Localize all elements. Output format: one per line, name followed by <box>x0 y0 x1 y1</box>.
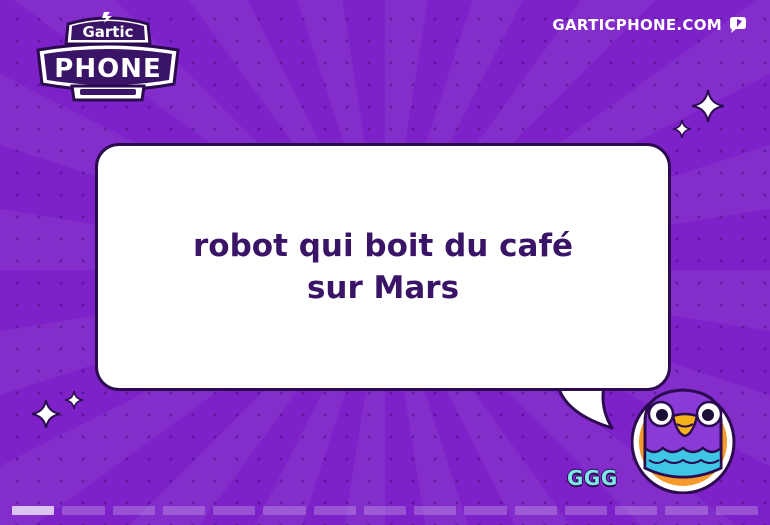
sparkle-large-top-right <box>691 89 725 123</box>
sparkle-small-top-right <box>672 119 692 139</box>
progress-segment <box>715 506 758 515</box>
progress-segment <box>414 506 457 515</box>
progress-segment <box>263 506 306 515</box>
progress-segment <box>313 506 356 515</box>
progress-segment <box>213 506 256 515</box>
site-link-label: GARTICPHONE.COM <box>552 16 722 34</box>
progress-segment <box>112 506 155 515</box>
gartic-phone-logo[interactable]: Gartic PHONE <box>32 10 184 102</box>
logo-top-text: Gartic <box>82 23 133 41</box>
speech-bubble-icon <box>728 16 748 34</box>
prompt-bubble: robot qui boit du café sur Mars <box>95 143 671 391</box>
sparkle-large-bottom-left <box>31 399 61 429</box>
logo-main-text: PHONE <box>54 54 161 84</box>
speech-bubble-tail <box>554 386 614 430</box>
progress-segment <box>363 506 407 515</box>
player-avatar <box>630 382 737 495</box>
progress-segment <box>564 506 608 515</box>
site-link[interactable]: GARTICPHONE.COM <box>552 16 748 34</box>
progress-segment <box>514 506 557 515</box>
progress-segment <box>162 506 206 515</box>
progress-segment <box>615 506 658 515</box>
progress-segment <box>665 506 708 515</box>
progress-segment <box>62 506 105 515</box>
progress-segment <box>12 506 55 515</box>
progress-segment <box>464 506 507 515</box>
round-progress-bar <box>12 506 758 516</box>
sparkle-small-bottom-left <box>64 390 84 410</box>
player-name: GGG <box>567 466 618 490</box>
prompt-text: robot qui boit du café sur Mars <box>193 228 573 306</box>
